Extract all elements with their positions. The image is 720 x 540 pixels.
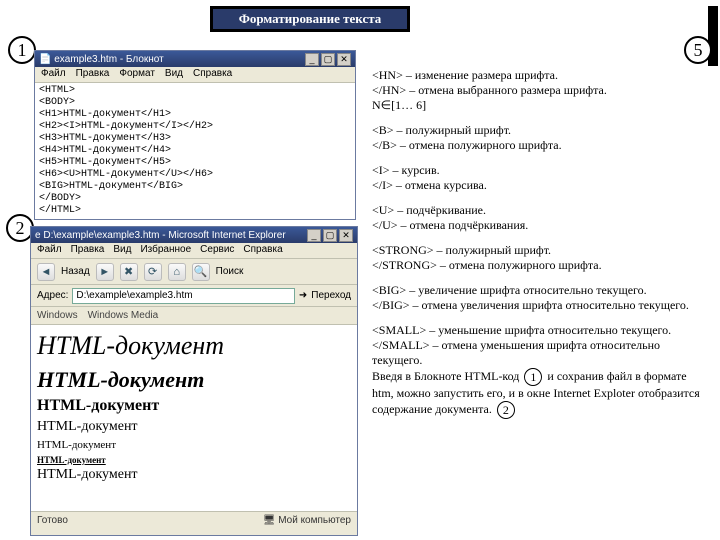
explanatory-text: <HN> – изменение размера шрифта. </HN> –… [372,68,706,429]
ie-menubar: Файл Правка Вид Избранное Сервис Справка [31,243,357,259]
ie-title-text: D:\example\example3.htm - Microsoft Inte… [43,230,285,241]
callout-1: 1 [8,36,36,64]
search-label: Поиск [216,266,244,277]
render-h6: HTML-документ [37,455,351,465]
txt-hn2: </HN> – отмена выбранного размера шрифта… [372,83,607,97]
link-windows[interactable]: Windows [37,310,78,321]
address-input[interactable] [72,288,294,304]
txt-s2: </STRONG> – отмена полужирного шрифта. [372,258,602,272]
notepad-title-text: example3.htm - Блокнот [54,54,163,65]
ie-icon: e [35,230,41,241]
ie-links-bar: Windows Windows Media [31,307,357,325]
search-icon[interactable]: 🔍 [192,263,210,281]
menu-edit[interactable]: Правка [76,68,110,81]
txt-big2: </BIG> – отмена увеличения шрифта относи… [372,298,689,312]
txt-b2: </B> – отмена полужирного шрифта. [372,138,562,152]
menu-file[interactable]: Файл [41,68,66,81]
notepad-menubar: Файл Правка Формат Вид Справка [35,67,355,83]
txt-i1: <I> – курсив. [372,163,440,177]
ie-toolbar: ◄ Назад ► ✖ ⟳ ⌂ 🔍 Поиск [31,259,357,285]
ie-menu-edit[interactable]: Правка [71,244,105,257]
back-button[interactable]: ◄ [37,263,55,281]
status-done: Готово [37,515,68,526]
ie-maximize-button[interactable]: ▢ [323,229,337,242]
maximize-button[interactable]: ▢ [321,53,335,66]
txt-hn1: <HN> – изменение размера шрифта. [372,68,558,82]
render-h2: HTML-документ [37,367,351,393]
txt-i2: </I> – отмена курсива. [372,178,487,192]
inline-callout-2: 2 [497,401,515,419]
link-winmedia[interactable]: Windows Media [88,310,159,321]
minimize-button[interactable]: _ [305,53,319,66]
txt-fin1a: Введя в Блокноте HTML-код [372,369,519,383]
render-h3: HTML-документ [37,397,351,415]
zone-icon: 🖥 [263,515,276,526]
home-button[interactable]: ⌂ [168,263,186,281]
inline-callout-1: 1 [524,368,542,386]
slide-title: Форматирование текста [210,6,410,32]
notepad-titlebar: 📄 example3.htm - Блокнот _ ▢ ✕ [35,51,355,67]
refresh-button[interactable]: ⟳ [144,263,162,281]
render-h1: HTML-документ [37,331,351,361]
ie-titlebar: e D:\example\example3.htm - Microsoft In… [31,227,357,243]
render-big: HTML-документ [37,467,138,482]
render-h5: HTML-документ [37,439,351,451]
go-button[interactable]: ➜ [299,290,307,301]
forward-button[interactable]: ► [96,263,114,281]
txt-b1: <B> – полужирный шрифт. [372,123,511,137]
ie-address-bar: Адрес: ➜ Переход [31,285,357,307]
txt-hn3: N∈[1… 6] [372,98,426,112]
menu-format[interactable]: Формат [119,68,155,81]
ie-menu-help[interactable]: Справка [243,244,282,257]
ie-status-bar: Готово 🖥 Мой компьютер [31,511,357,529]
status-zone: Мой компьютер [278,515,351,526]
ie-menu-view[interactable]: Вид [113,244,131,257]
notepad-window: 📄 example3.htm - Блокнот _ ▢ ✕ Файл Прав… [34,50,356,220]
ie-window: e D:\example\example3.htm - Microsoft In… [30,226,358,536]
ie-menu-tools[interactable]: Сервис [200,244,234,257]
ie-menu-fav[interactable]: Избранное [140,244,191,257]
txt-u2: </U> – отмена подчёркивания. [372,218,528,232]
render-h4: HTML-документ [37,419,351,435]
ie-viewport: HTML-документ HTML-документ HTML-докумен… [31,325,357,511]
txt-sm1: <SMALL> – уменьшение шрифта относительно… [372,323,671,337]
menu-view[interactable]: Вид [165,68,183,81]
txt-big1: <BIG> – увеличение шрифта относительно т… [372,283,647,297]
address-label: Адрес: [37,290,68,301]
ie-close-button[interactable]: ✕ [339,229,353,242]
txt-u1: <U> – подчёркивание. [372,203,486,217]
back-label: Назад [61,266,90,277]
txt-sm2: </SMALL> – отмена уменьшения шрифта отно… [372,338,660,367]
txt-s1: <STRONG> – полужирный шрифт. [372,243,551,257]
notepad-textarea[interactable]: <HTML> <BODY> <H1>HTML-документ</H1> <H2… [35,83,355,219]
ie-minimize-button[interactable]: _ [307,229,321,242]
go-label: Переход [311,290,351,301]
callout-5: 5 [684,36,712,64]
stop-button[interactable]: ✖ [120,263,138,281]
close-button[interactable]: ✕ [337,53,351,66]
ie-menu-file[interactable]: Файл [37,244,62,257]
notepad-doc-icon: 📄 [39,54,51,65]
menu-help[interactable]: Справка [193,68,232,81]
